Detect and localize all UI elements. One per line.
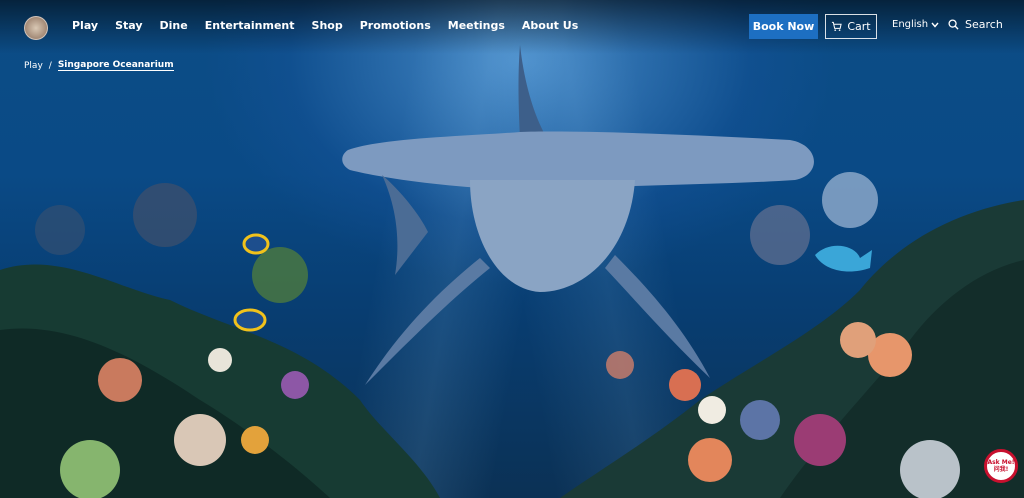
shark-left-pectoral bbox=[365, 258, 490, 385]
search-label: Search bbox=[965, 18, 1003, 31]
coral-right-7 bbox=[698, 396, 726, 424]
chevron-down-icon bbox=[931, 22, 939, 28]
nav-dine[interactable]: Dine bbox=[160, 19, 188, 32]
coral-right-9 bbox=[740, 400, 780, 440]
hero-banner: Play Stay Dine Entertainment Shop Promot… bbox=[0, 0, 1024, 498]
fish-yellow-2 bbox=[233, 308, 267, 332]
coral-left-8 bbox=[252, 247, 308, 303]
nav-stay[interactable]: Stay bbox=[115, 19, 142, 32]
ask-me-chat-button[interactable]: Ask Me! 问我! bbox=[984, 449, 1018, 483]
coral-right-1 bbox=[822, 172, 878, 228]
coral-left-7 bbox=[208, 348, 232, 372]
shark-dorsal-fin bbox=[518, 45, 545, 138]
coral-right-6 bbox=[900, 440, 960, 498]
book-now-button[interactable]: Book Now bbox=[749, 14, 818, 39]
breadcrumb-parent[interactable]: Play bbox=[24, 61, 43, 71]
nav-promotions[interactable]: Promotions bbox=[360, 19, 431, 32]
shark-body bbox=[470, 180, 635, 292]
cart-icon bbox=[832, 21, 843, 31]
language-selector[interactable]: English bbox=[892, 19, 939, 30]
resort-logo[interactable] bbox=[24, 16, 48, 40]
search-icon bbox=[948, 19, 959, 30]
top-navigation-bar: Play Stay Dine Entertainment Shop Promot… bbox=[0, 0, 1024, 54]
ask-me-sub-label: 问我! bbox=[993, 466, 1009, 473]
coral-right-8 bbox=[669, 369, 701, 401]
cart-button[interactable]: Cart bbox=[825, 14, 877, 39]
shark-tail-fin bbox=[382, 175, 428, 275]
coral-left-4 bbox=[60, 440, 120, 498]
coral-left-1 bbox=[133, 183, 197, 247]
coral-left-6 bbox=[281, 371, 309, 399]
nav-play[interactable]: Play bbox=[72, 19, 98, 32]
breadcrumb-current: Singapore Oceanarium bbox=[57, 60, 174, 71]
nav-shop[interactable]: Shop bbox=[312, 19, 343, 32]
ask-me-label: Ask Me! bbox=[987, 459, 1015, 466]
fish-blue bbox=[815, 245, 872, 272]
coral-right-10 bbox=[750, 205, 810, 265]
language-label: English bbox=[892, 19, 929, 30]
coral-right-11 bbox=[606, 351, 634, 379]
nav-about-us[interactable]: About Us bbox=[522, 19, 578, 32]
cart-label: Cart bbox=[847, 20, 871, 33]
coral-left-2 bbox=[98, 358, 142, 402]
oceanarium-scene bbox=[0, 45, 1024, 498]
breadcrumb: Play / Singapore Oceanarium bbox=[24, 60, 174, 71]
coral-right-5 bbox=[794, 414, 846, 466]
coral-left-9 bbox=[35, 205, 85, 255]
fish-yellow-1 bbox=[242, 233, 270, 255]
main-nav: Play Stay Dine Entertainment Shop Promot… bbox=[72, 19, 595, 32]
coral-left-5 bbox=[241, 426, 269, 454]
breadcrumb-separator: / bbox=[48, 60, 52, 71]
coral-left-3 bbox=[174, 414, 226, 466]
coral-right-3 bbox=[840, 322, 876, 358]
nav-meetings[interactable]: Meetings bbox=[448, 19, 505, 32]
coral-right-4 bbox=[688, 438, 732, 482]
search-button[interactable]: Search bbox=[948, 18, 1003, 31]
nav-entertainment[interactable]: Entertainment bbox=[205, 19, 295, 32]
